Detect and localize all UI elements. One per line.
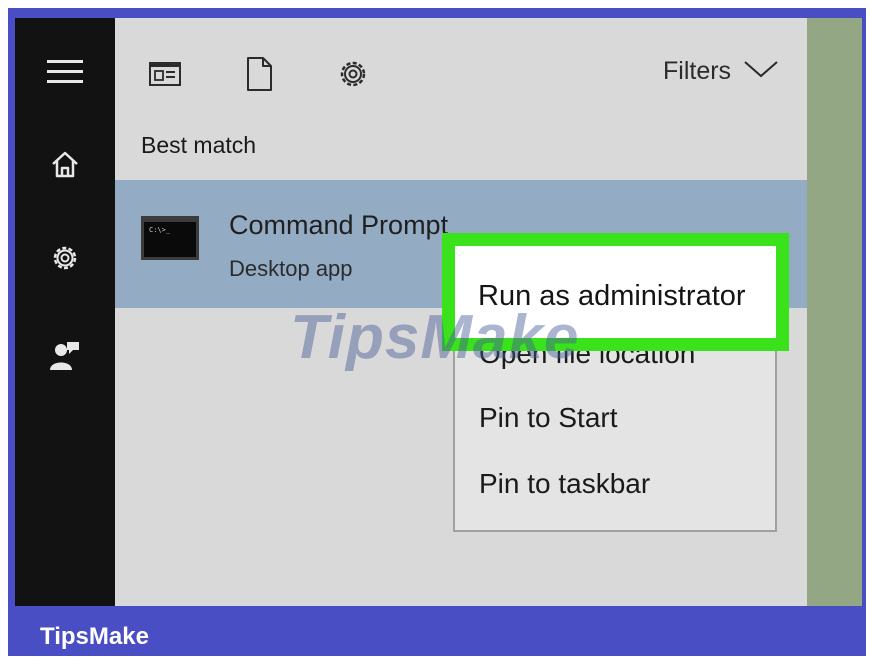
hamburger-menu-icon[interactable]	[45, 52, 85, 92]
result-title: Command Prompt	[229, 210, 449, 240]
menu-item-pin-to-taskbar[interactable]: Pin to taskbar	[479, 468, 650, 500]
result-subtitle: Desktop app	[229, 256, 353, 281]
menu-item-pin-to-start[interactable]: Pin to Start	[479, 402, 618, 434]
settings-gear-icon[interactable]	[45, 238, 85, 278]
document-filter-icon[interactable]	[239, 54, 279, 94]
filters-dropdown[interactable]: Filters	[663, 56, 779, 86]
brand-footer: TipsMake	[40, 623, 149, 650]
desktop-background	[807, 18, 862, 606]
settings-filter-icon[interactable]	[333, 54, 373, 94]
context-menu: Open file location Pin to Start Pin to t…	[453, 330, 777, 532]
best-match-header: Best match	[141, 132, 257, 158]
filters-label: Filters	[663, 56, 732, 85]
apps-filter-icon[interactable]	[145, 54, 185, 94]
user-feedback-icon[interactable]	[45, 336, 85, 376]
run-as-administrator-label: Run as administrator	[478, 280, 746, 312]
menu-item-run-as-administrator[interactable]: Run as administrator	[442, 233, 789, 351]
chevron-down-icon	[743, 57, 779, 86]
start-sidebar	[15, 18, 115, 606]
home-icon[interactable]	[45, 144, 85, 184]
command-prompt-icon: C:\>_	[141, 216, 199, 260]
